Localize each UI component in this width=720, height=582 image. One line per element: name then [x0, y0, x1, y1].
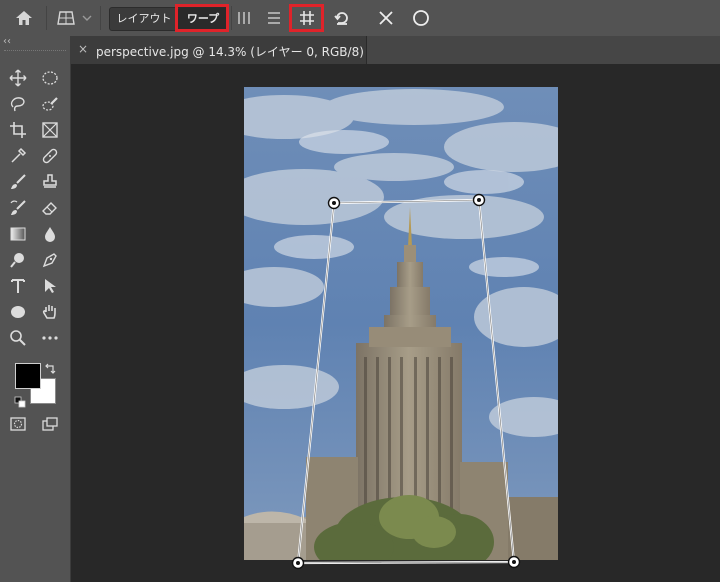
frame-tool[interactable]: [36, 118, 64, 142]
grid-highlight: [289, 4, 324, 32]
bandage-icon: [42, 148, 58, 164]
crop-tool[interactable]: [4, 118, 32, 142]
screen-mode-button[interactable]: [36, 412, 64, 436]
arrow-pointer-icon: [45, 279, 56, 293]
quick-selection-icon: [42, 97, 58, 111]
vertical-straighten-icon[interactable]: [233, 8, 255, 28]
zoom-tool[interactable]: [4, 326, 32, 350]
ellipsis-icon: [42, 336, 58, 340]
type-tool[interactable]: [4, 274, 32, 298]
clone-stamp-tool[interactable]: [36, 170, 64, 194]
document-tab-title: perspective.jpg @ 14.3% (レイヤー 0, RGB/8): [96, 45, 364, 59]
warp-highlight: [175, 4, 229, 32]
healing-brush-tool[interactable]: [36, 144, 64, 168]
crop-icon: [10, 122, 26, 138]
elliptical-marquee-tool[interactable]: [36, 66, 64, 90]
hand-tool[interactable]: [36, 300, 64, 324]
eyedropper-icon: [11, 147, 27, 163]
lasso-tool[interactable]: [4, 92, 32, 116]
eraser-tool[interactable]: [36, 196, 64, 220]
zoom-icon: [10, 330, 26, 346]
commit-icon[interactable]: [410, 7, 432, 29]
pen-tool[interactable]: [36, 248, 64, 272]
ellipse-icon: [11, 306, 25, 318]
horizontal-straighten-icon[interactable]: [263, 8, 285, 28]
home-icon[interactable]: [12, 8, 36, 28]
drop-icon: [45, 227, 55, 242]
quick-mask-icon: [10, 417, 26, 431]
hand-icon: [42, 305, 56, 319]
frame-icon: [42, 122, 58, 138]
eyedropper-tool[interactable]: [4, 144, 32, 168]
elliptical-marquee-icon: [42, 71, 58, 85]
ellipse-shape-tool[interactable]: [4, 300, 32, 324]
lasso-icon: [10, 97, 25, 112]
more-tools-button[interactable]: [36, 326, 64, 350]
swap-colors-icon[interactable]: [44, 360, 58, 374]
history-brush-icon: [10, 200, 26, 215]
reset-icon[interactable]: [331, 8, 353, 28]
move-icon: [9, 69, 27, 87]
chevron-down-icon[interactable]: [80, 10, 94, 26]
tools-panel: ‹‹: [0, 36, 71, 582]
brush-icon: [11, 174, 26, 189]
gradient-tool[interactable]: [4, 222, 32, 246]
layout-mode-button[interactable]: レイアウト: [110, 8, 178, 30]
collapse-panel-button[interactable]: ‹‹: [3, 36, 11, 47]
default-colors-icon[interactable]: [14, 393, 26, 408]
pen-icon: [42, 253, 57, 268]
palace-photo: [244, 87, 558, 560]
options-bar: レイアウト ワープ: [0, 0, 720, 37]
quick-selection-tool[interactable]: [36, 92, 64, 116]
foreground-color-swatch[interactable]: [15, 363, 41, 389]
quick-mask-button[interactable]: [4, 412, 32, 436]
gradient-icon: [10, 227, 26, 241]
dodge-icon: [10, 253, 24, 268]
document-tab[interactable]: × perspective.jpg @ 14.3% (レイヤー 0, RGB/8…: [71, 36, 367, 64]
blur-tool[interactable]: [36, 222, 64, 246]
eraser-icon: [42, 202, 57, 215]
cancel-icon[interactable]: [375, 7, 397, 29]
brush-tool[interactable]: [4, 170, 32, 194]
history-brush-tool[interactable]: [4, 196, 32, 220]
stamp-icon: [43, 174, 57, 188]
close-tab-button[interactable]: ×: [78, 42, 88, 56]
screen-mode-icon: [42, 417, 58, 431]
photo-canvas[interactable]: [244, 87, 558, 560]
perspective-warp-icon[interactable]: [54, 8, 78, 28]
path-selection-tool[interactable]: [36, 274, 64, 298]
type-icon: [11, 279, 25, 293]
dodge-tool[interactable]: [4, 248, 32, 272]
move-tool[interactable]: [4, 66, 32, 90]
